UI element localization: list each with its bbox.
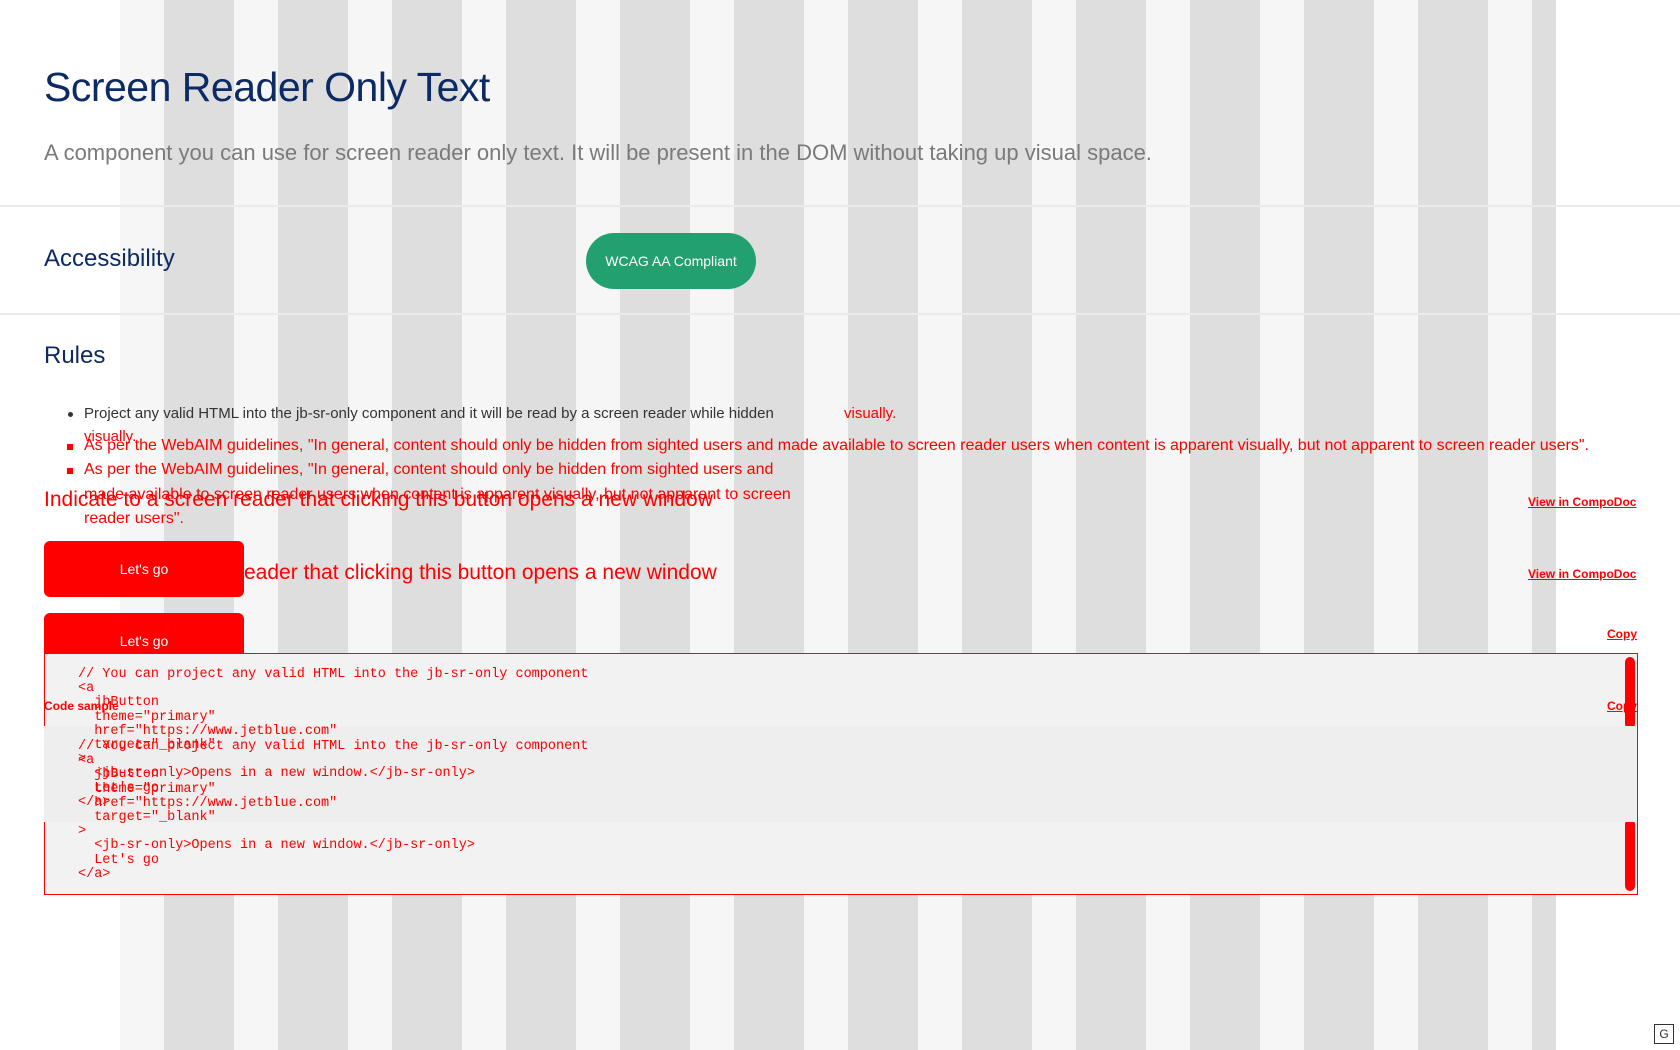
divider xyxy=(0,313,1680,315)
divider xyxy=(0,205,1680,207)
page-description: A component you can use for screen reade… xyxy=(44,140,1152,165)
lets-go-button[interactable]: Let's go xyxy=(44,541,244,597)
rule-tail-overlay: visually. xyxy=(844,405,897,422)
accessibility-heading: Accessibility xyxy=(44,245,175,272)
page-content: Screen Reader Only Text A component you … xyxy=(0,0,1680,1050)
rules-heading: Rules xyxy=(44,342,106,369)
scrollbar[interactable] xyxy=(1625,819,1635,891)
code-sample-overlay-text: // You can project any valid HTML into t… xyxy=(78,739,589,882)
scrollbar[interactable] xyxy=(1625,657,1635,729)
list-bullet xyxy=(67,468,73,474)
rule-item-overlay-wrapped: reader users". xyxy=(84,510,184,527)
example-heading: Indicate to a screen reader that clickin… xyxy=(44,488,713,511)
compodoc-link[interactable]: View in CompoDoc xyxy=(1528,567,1636,581)
example-heading-overlay: eader that clicking this button opens a … xyxy=(244,561,717,584)
list-bullet xyxy=(67,444,73,450)
rule-item-overlay: As per the WebAIM guidelines, "In genera… xyxy=(84,437,1589,454)
code-sample-label: Code sample xyxy=(44,699,119,713)
wcag-badge: WCAG AA Compliant xyxy=(586,233,756,289)
copy-button[interactable]: Copy xyxy=(1607,699,1637,713)
page-title: Screen Reader Only Text xyxy=(44,64,490,110)
rule-item-overlay-wrapped: As per the WebAIM guidelines, "In genera… xyxy=(84,461,774,478)
copy-button[interactable]: Copy xyxy=(1607,627,1637,641)
compodoc-link[interactable]: View in CompoDoc xyxy=(1528,495,1636,509)
rule-item-text: Project any valid HTML into the jb-sr-on… xyxy=(84,405,774,422)
